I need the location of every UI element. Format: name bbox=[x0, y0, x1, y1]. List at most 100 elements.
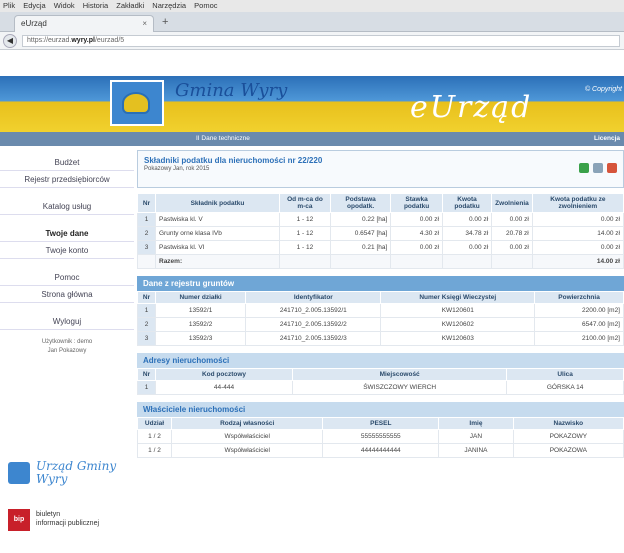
bip-text: biuletyn informacji publicznej bbox=[36, 510, 99, 528]
col-nr: Nr bbox=[137, 291, 156, 304]
cell: 0.21 [ha] bbox=[329, 240, 392, 255]
tab-title: eUrząd bbox=[21, 19, 47, 28]
cell: Grunty orne klasa IVb bbox=[155, 226, 280, 241]
new-tab-icon[interactable]: + bbox=[162, 16, 168, 28]
col-kwota-zwol: Kwota podatku ze zwolnieniem bbox=[531, 193, 624, 213]
cell: 14.00 zł bbox=[531, 226, 624, 241]
col-pesel: PESEL bbox=[322, 417, 440, 430]
col-imie: Imię bbox=[438, 417, 514, 430]
owners-table: Udział Rodzaj własności PESEL Imię Nazwi… bbox=[137, 417, 624, 458]
cell: 2200.00 [m2] bbox=[534, 303, 624, 318]
cell: KW120602 bbox=[380, 317, 536, 332]
col-nr: Nr bbox=[137, 193, 156, 213]
brand-logo: eUrząd bbox=[410, 90, 533, 125]
sidebar-item-rejestr[interactable]: Rejestr przedsiębiorców bbox=[0, 171, 134, 188]
cell: KW120603 bbox=[380, 331, 536, 346]
sidebar-item-wyloguj[interactable]: Wyloguj bbox=[0, 313, 134, 330]
cell: 13592/2 bbox=[154, 317, 247, 332]
cell: 241710_2.005.13592/3 bbox=[245, 331, 382, 346]
menu-plik[interactable]: Plik bbox=[3, 1, 15, 10]
menu-historia[interactable]: Historia bbox=[83, 1, 108, 10]
sidebar-item-twoje-konto[interactable]: Twoje konto bbox=[0, 242, 134, 259]
close-icon[interactable]: × bbox=[142, 19, 147, 28]
cell: 2100.00 [m2] bbox=[534, 331, 624, 346]
breadcrumb: II Dane techniczne Licencja bbox=[0, 132, 624, 146]
cell: 0.00 zł bbox=[390, 240, 443, 255]
url-domain: wyry.pl bbox=[71, 37, 95, 44]
table-row: 2 13592/2 241710_2.005.13592/2 KW120602 … bbox=[137, 317, 624, 332]
cell: JANINA bbox=[438, 443, 514, 458]
bip-line1: biuletyn bbox=[36, 511, 61, 518]
col-ulica: Ulica bbox=[506, 368, 624, 381]
sidebar-item-katalog[interactable]: Katalog usług bbox=[0, 198, 134, 215]
menu-pomoc[interactable]: Pomoc bbox=[194, 1, 217, 10]
cell bbox=[279, 254, 331, 269]
print-icon[interactable] bbox=[593, 163, 604, 173]
table-header-row: Nr Numer działki Identyfikator Numer Ksi… bbox=[137, 291, 624, 304]
col-rodzaj: Rodzaj własności bbox=[170, 417, 324, 430]
col-miejscowosc: Miejscowość bbox=[292, 368, 508, 381]
menu-zakladki[interactable]: Zakładki bbox=[116, 1, 144, 10]
table-row: 1 Pastwiska kl. V 1 - 12 0.22 [ha] 0.00 … bbox=[137, 212, 624, 227]
cell: 13592/3 bbox=[154, 331, 247, 346]
cell: 20.78 zł bbox=[491, 226, 533, 241]
cell: 0.00 zł bbox=[441, 212, 493, 227]
sidebar-item-strona-glowna[interactable]: Strona główna bbox=[0, 286, 134, 303]
table-header-row: Nr Składnik podatku Od m-ca do m-ca Pods… bbox=[137, 193, 624, 213]
col-identyfikator: Identyfikator bbox=[245, 291, 382, 304]
cell: JAN bbox=[438, 429, 514, 444]
cell: 241710_2.005.13592/2 bbox=[245, 317, 382, 332]
cell: 1 / 2 bbox=[137, 443, 172, 458]
browser-menubar: Plik Edycja Widok Historia Zakładki Narz… bbox=[0, 0, 624, 12]
col-udzial: Udział bbox=[137, 417, 172, 430]
urzad-logo-icon bbox=[8, 462, 30, 484]
breadcrumb-item[interactable]: II Dane techniczne bbox=[196, 135, 250, 142]
cell: 4.30 zł bbox=[390, 226, 443, 241]
cell: 1 - 12 bbox=[279, 212, 331, 227]
main-content: Składniki podatku dla nieruchomości nr 2… bbox=[137, 150, 624, 458]
sidebar-item-budzet[interactable]: Budżet bbox=[0, 154, 134, 171]
sidebar-item-twoje-dane[interactable]: Twoje dane bbox=[0, 225, 134, 242]
url-field[interactable]: https://eurzad.wyry.pl/eurzad/5 bbox=[22, 35, 620, 47]
cell: 0.00 zł bbox=[491, 212, 533, 227]
sum-label: Razem: bbox=[155, 254, 280, 269]
cell: POKAZOWA bbox=[512, 443, 624, 458]
cell: ŚWISZCZOWY WIERCH bbox=[292, 380, 508, 395]
cell bbox=[390, 254, 443, 269]
owners-title: Właściciele nieruchomości bbox=[137, 402, 624, 417]
tab-bar: eUrząd × + bbox=[0, 12, 624, 32]
address-title: Adresy nieruchomości bbox=[137, 353, 624, 368]
browser-tab[interactable]: eUrząd × bbox=[14, 15, 154, 32]
col-nr: Nr bbox=[137, 368, 156, 381]
page-title: Składniki podatku dla nieruchomości nr 2… bbox=[144, 156, 323, 165]
address-table: Nr Kod pocztowy Miejscowość Ulica 1 44-4… bbox=[137, 368, 624, 395]
cell: 0.00 zł bbox=[531, 212, 624, 227]
cell: KW120601 bbox=[380, 303, 536, 318]
col-powierzchnia: Powierzchnia bbox=[534, 291, 624, 304]
license-link[interactable]: Licencja bbox=[594, 135, 620, 142]
back-icon[interactable] bbox=[579, 163, 590, 173]
table-row: 1 13592/1 241710_2.005.13592/1 KW120601 … bbox=[137, 303, 624, 318]
menu-narzedzia[interactable]: Narzędzia bbox=[152, 1, 186, 10]
url-prefix: https://eurzad. bbox=[27, 37, 72, 44]
menu-edycja[interactable]: Edycja bbox=[23, 1, 46, 10]
address-bar: ◀ https://eurzad.wyry.pl/eurzad/5 bbox=[0, 32, 624, 50]
cell bbox=[329, 254, 392, 269]
back-arrow-icon[interactable]: ◀ bbox=[3, 34, 17, 48]
sidebar-item-pomoc[interactable]: Pomoc bbox=[0, 269, 134, 286]
col-kwota: Kwota podatku bbox=[441, 193, 493, 213]
cell: 55555555555 bbox=[322, 429, 440, 444]
cell bbox=[137, 254, 156, 269]
col-ksiega: Numer Księgi Wieczystej bbox=[380, 291, 536, 304]
urzad-gminy-logo[interactable]: Urząd Gminy Wyry bbox=[8, 460, 128, 490]
cell: 6547.00 [m2] bbox=[534, 317, 624, 332]
sum-value: 14.00 zł bbox=[531, 254, 624, 269]
user-name: Jan Pokazowy bbox=[47, 348, 87, 354]
sidebar: Budżet Rejestr przedsiębiorców Katalog u… bbox=[0, 154, 134, 356]
pdf-icon[interactable] bbox=[607, 163, 617, 173]
menu-widok[interactable]: Widok bbox=[54, 1, 75, 10]
cell: Pastwiska kl. VI bbox=[155, 240, 280, 255]
cell: 1 bbox=[137, 303, 156, 318]
bip-link[interactable]: bip biuletyn informacji publicznej bbox=[8, 505, 128, 535]
sum-row: Razem: 14.00 zł bbox=[137, 254, 624, 269]
